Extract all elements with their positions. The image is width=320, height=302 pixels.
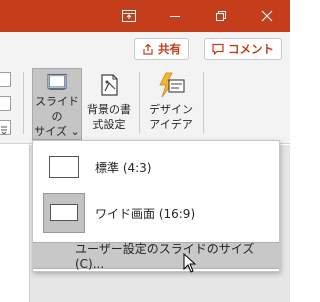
share-button[interactable]: 共有 xyxy=(134,38,189,60)
design-ideas-icon xyxy=(159,72,185,98)
minimize-button[interactable] xyxy=(152,0,198,32)
group-separator xyxy=(139,72,140,134)
restore-icon xyxy=(216,11,226,21)
slide-size-menu: 標準 (4:3) ワイド画面 (16:9) ユーザー設定のスライドのサイズ(C)… xyxy=(32,140,280,272)
menu-item-label: 標準 (4:3) xyxy=(95,160,152,175)
menu-item-widescreen[interactable]: ワイド画面 (16:9) xyxy=(33,191,279,235)
menu-item-standard[interactable]: 標準 (4:3) xyxy=(33,147,279,187)
share-icon xyxy=(143,43,153,55)
minimize-icon xyxy=(170,16,180,17)
comments-label: コメント xyxy=(228,42,274,56)
slide-size-icon xyxy=(47,73,67,90)
variants-gallery-edge[interactable] xyxy=(0,72,12,138)
close-button[interactable] xyxy=(244,0,290,32)
slide-size-button[interactable]: スライドの サイズ ⌄ xyxy=(32,68,82,140)
mouse-pointer-icon xyxy=(183,253,197,273)
widescreen-ratio-icon xyxy=(50,204,78,221)
menu-item-label: ユーザー設定のスライドのサイズ(C)... xyxy=(75,242,255,271)
format-background-button[interactable]: 背景の書 式設定 xyxy=(84,68,134,140)
restore-button[interactable] xyxy=(198,0,244,32)
slide-thumbnail-pane[interactable] xyxy=(0,145,30,302)
comments-button[interactable]: コメント xyxy=(204,38,282,60)
close-icon xyxy=(261,10,273,22)
ribbon-display-icon xyxy=(122,10,136,22)
group-separator xyxy=(23,72,24,134)
slide-size-label: スライドの サイズ ⌄ xyxy=(34,95,80,138)
design-ideas-label: デザイン アイデア xyxy=(149,103,193,131)
ribbon: 共有 コメント スライドの サイズ ⌄ 背景の書 式設定 デザイン アイデア xyxy=(0,32,290,144)
menu-item-label: ワイド画面 (16:9) xyxy=(95,206,196,221)
ribbon-display-options-button[interactable] xyxy=(106,0,152,32)
format-background-icon xyxy=(101,74,118,96)
standard-ratio-icon xyxy=(49,156,79,178)
comment-icon xyxy=(212,43,224,55)
format-background-label: 背景の書 式設定 xyxy=(87,103,131,131)
gallery-more-icon[interactable] xyxy=(0,120,11,135)
share-label: 共有 xyxy=(158,42,181,56)
group-separator xyxy=(203,72,204,134)
menu-item-custom-size[interactable]: ユーザー設定のスライドのサイズ(C)... xyxy=(33,242,279,271)
design-ideas-button[interactable]: デザイン アイデア xyxy=(146,68,196,140)
title-bar xyxy=(0,0,290,32)
